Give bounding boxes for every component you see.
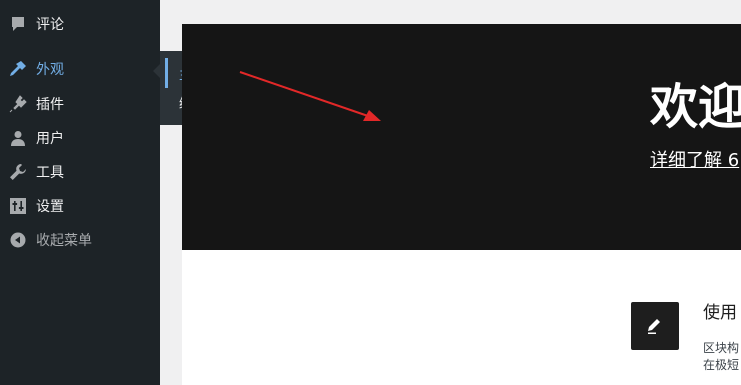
learn-more-link[interactable]: 详细了解 6 [650,146,739,172]
feature-title[interactable]: 使用 [703,302,737,324]
feature-desc-line: 在极短 [703,358,740,372]
sidebar-item-label: 评论 [36,17,64,33]
comment-icon [0,16,36,32]
sidebar-item-settings[interactable]: 设置 [0,189,160,223]
sidebar-item-label: 外观 [36,62,64,78]
feature-desc-line: 区块构 [703,341,740,355]
sidebar-item-label: 插件 [36,97,64,113]
users-icon [0,130,36,146]
sidebar-item-tools[interactable]: 工具 [0,155,160,189]
admin-sidebar: 评论 外观 插件 用户 工具 设置 收起菜单 [0,0,160,385]
welcome-title: 欢迎 [650,79,741,135]
welcome-panel: 欢迎 详细了解 6 [182,24,741,250]
sidebar-item-label: 用户 [36,131,64,147]
feature-description: 区块构 在极短 [703,340,739,374]
main-content: 欢迎 详细了解 6 使用 区块构 在极短 [182,24,741,385]
tools-icon [0,164,36,180]
edit-icon [631,302,679,350]
sidebar-item-label: 收起菜单 [36,233,92,249]
flyout-caret [153,64,160,78]
sidebar-item-appearance[interactable]: 外观 [0,52,160,86]
sidebar-item-users[interactable]: 用户 [0,121,160,155]
sidebar-item-comments[interactable]: 评论 [0,7,160,41]
settings-icon [0,198,36,214]
sidebar-item-label: 设置 [36,199,64,215]
sidebar-item-label: 工具 [36,165,64,181]
plugins-icon [0,95,36,113]
sidebar-item-plugins[interactable]: 插件 [0,87,160,121]
appearance-icon [0,60,36,78]
collapse-icon [0,232,36,248]
collapse-menu-button[interactable]: 收起菜单 [0,223,160,257]
